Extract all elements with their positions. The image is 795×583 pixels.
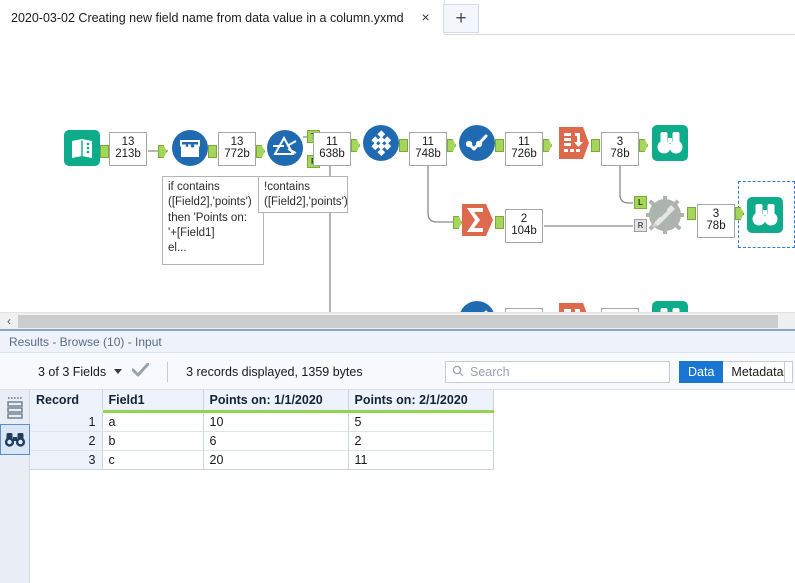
byte-size: 78b	[610, 149, 629, 161]
connector-nub	[591, 139, 600, 152]
crosstab-tool-top[interactable]	[553, 123, 591, 161]
cell-record: 2	[30, 432, 102, 451]
search-placeholder: Search	[470, 365, 510, 379]
document-tab[interactable]: 2020-03-02 Creating new field name from …	[0, 0, 445, 35]
column-header-record[interactable]: Record	[30, 390, 102, 412]
results-panel: Results - Browse (10) - Input 3 of 3 Fie…	[0, 329, 795, 583]
metadata-view-button[interactable]: Metadata	[723, 361, 792, 383]
column-header-points1[interactable]: Points on: 1/1/2020	[203, 390, 348, 412]
search-icon	[452, 365, 464, 380]
connection-wires	[0, 35, 795, 312]
select-tool[interactable]	[457, 123, 495, 161]
grid-view-icon[interactable]	[0, 392, 30, 423]
connection-count-box[interactable]: 3 78b	[601, 132, 639, 166]
byte-size: 78b	[706, 221, 725, 233]
cell-record: 3	[30, 451, 102, 470]
fields-selector-label[interactable]: 3 of 3 Fields	[38, 365, 106, 379]
browse-tool-bottom[interactable]	[650, 299, 688, 312]
join-input-right-port[interactable]: R	[634, 219, 647, 232]
byte-size: 748b	[415, 149, 441, 161]
results-title: Results - Browse (10) - Input	[9, 335, 162, 349]
cell-record: 1	[30, 412, 102, 432]
alteryx-designer-window: 2020-03-02 Creating new field name from …	[0, 0, 795, 583]
selection-marquee	[738, 181, 795, 248]
column-header-points2[interactable]: Points on: 2/1/2020	[348, 390, 493, 412]
toolbar-right-divider	[784, 361, 785, 383]
filter-tool[interactable]	[265, 128, 303, 166]
connection-count-box[interactable]: 2 104b	[505, 209, 543, 243]
connection-count-box[interactable]: 13 213b	[109, 132, 147, 166]
view-mode-buttons: Data Metadata	[679, 361, 793, 383]
canvas-horizontal-scrollbar[interactable]: ‹	[0, 312, 795, 329]
byte-size: 638b	[319, 149, 345, 161]
document-tab-title: 2020-03-02 Creating new field name from …	[11, 11, 404, 25]
table-row[interactable]: 1 a 10 5	[30, 412, 493, 432]
join-input-left-port[interactable]: L	[634, 196, 647, 209]
cell-points1: 10	[203, 412, 348, 432]
table-row[interactable]: 2 b 6 2	[30, 432, 493, 451]
summarize-tool[interactable]	[457, 200, 495, 238]
byte-size: 726b	[511, 149, 537, 161]
cell-points2: 11	[348, 451, 493, 470]
cell-points1: 20	[203, 451, 348, 470]
connector-nub	[208, 145, 217, 158]
connection-count-box[interactable]: 13 772b	[218, 132, 256, 166]
records-displayed-info: 3 records displayed, 1359 bytes	[186, 365, 363, 379]
byte-size: 772b	[224, 149, 250, 161]
crosstab-tool-bottom[interactable]	[553, 299, 591, 312]
results-data-grid[interactable]: Record Field1 Points on: 1/1/2020 Points…	[30, 390, 795, 583]
new-tab-button[interactable]: +	[443, 4, 479, 33]
cell-points2: 5	[348, 412, 493, 432]
results-toolbar-left: 3 of 3 Fields 3 records displayed, 1359 …	[38, 353, 363, 390]
connection-count-box[interactable]: 3 78b	[697, 204, 735, 238]
transpose-tool[interactable]	[361, 123, 399, 161]
connector-nub	[495, 216, 504, 229]
byte-size: 104b	[511, 226, 537, 238]
connector-nub	[100, 145, 109, 158]
workflow-canvas[interactable]: T F L R 13 213b 13 772b 11 638b 11 748b …	[0, 35, 795, 312]
cell-field1: c	[102, 451, 203, 470]
byte-size: 213b	[115, 149, 141, 161]
join-tool-disabled[interactable]	[645, 195, 683, 233]
input-data-tool[interactable]	[62, 128, 100, 166]
search-input[interactable]: Search	[445, 361, 670, 383]
document-tab-bar: 2020-03-02 Creating new field name from …	[0, 0, 795, 35]
filter-annotation: !contains ([Field2],'points')	[258, 176, 348, 213]
scroll-left-icon[interactable]: ‹	[2, 314, 16, 329]
browse-binoculars-icon[interactable]	[0, 424, 30, 455]
cell-field1: b	[102, 432, 203, 451]
chevron-down-icon[interactable]	[114, 369, 122, 374]
connection-count-box[interactable]: 11 748b	[409, 132, 447, 166]
connection-count-box[interactable]: 11 638b	[313, 132, 351, 166]
cell-points1: 6	[203, 432, 348, 451]
results-table: Record Field1 Points on: 1/1/2020 Points…	[30, 390, 494, 470]
data-view-button[interactable]: Data	[679, 361, 723, 383]
connector-nub	[495, 139, 504, 152]
connector-nub	[687, 207, 696, 220]
results-panel-header: Results - Browse (10) - Input	[0, 331, 795, 353]
select-tool-bottom[interactable]	[457, 299, 495, 312]
scrollbar-thumb[interactable]	[18, 315, 778, 328]
checkmark-icon[interactable]	[132, 363, 149, 380]
connector-nub	[399, 139, 408, 152]
results-toolbar: 3 of 3 Fields 3 records displayed, 1359 …	[0, 353, 795, 390]
connection-count-box[interactable]: 11 726b	[505, 132, 543, 166]
browse-tool-top[interactable]	[650, 123, 688, 161]
column-header-field1[interactable]: Field1	[102, 390, 203, 412]
table-row[interactable]: 3 c 20 11	[30, 451, 493, 470]
close-icon[interactable]: ×	[418, 10, 434, 26]
results-side-rail	[0, 390, 30, 583]
toolbar-divider	[167, 362, 168, 382]
cell-field1: a	[102, 412, 203, 432]
table-header-row: Record Field1 Points on: 1/1/2020 Points…	[30, 390, 493, 412]
cell-points2: 2	[348, 432, 493, 451]
formula-tool[interactable]	[170, 128, 208, 166]
formula-annotation: if contains ([Field2],'points') then 'Po…	[162, 176, 264, 265]
